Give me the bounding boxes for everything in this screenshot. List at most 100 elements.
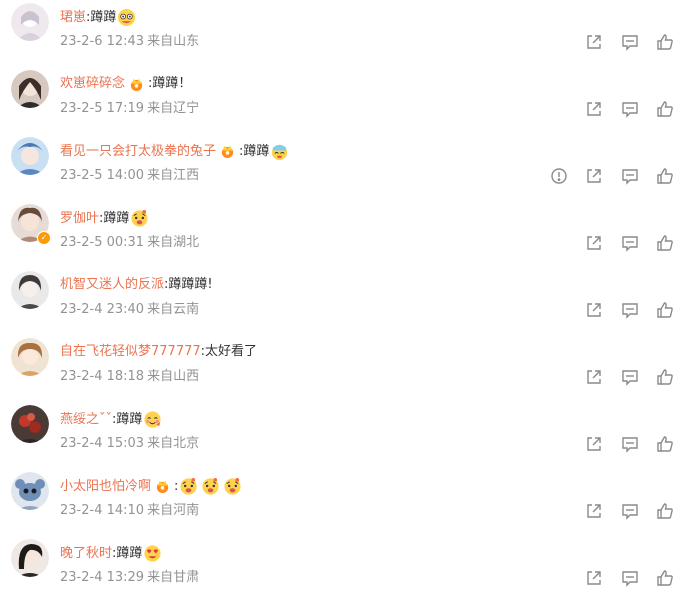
comment-icon[interactable] bbox=[621, 301, 639, 319]
share-icon[interactable] bbox=[585, 33, 603, 51]
comment-actions bbox=[548, 167, 678, 187]
share-icon[interactable] bbox=[585, 100, 603, 118]
comment-item: 珺崽 :蹲蹲 23-2-6 12:43 来自山东 bbox=[0, 0, 684, 67]
emoji-icon bbox=[118, 8, 136, 27]
comment-line: 燕绥之ˇˇ :蹲蹲 bbox=[60, 410, 162, 429]
avatar[interactable] bbox=[11, 539, 49, 577]
comment-meta: 23-2-4 13:29 来自甘肃 bbox=[60, 569, 199, 587]
like-icon[interactable] bbox=[656, 435, 674, 453]
comment-line: 罗伽叶 :蹲蹲 bbox=[60, 209, 149, 228]
emoji-icon bbox=[272, 144, 288, 161]
comment-item: ✓ 罗伽叶 :蹲蹲 23-2-5 00:31 来自湖北 bbox=[0, 201, 684, 268]
user-name-link[interactable]: 看见一只会打太极拳的兔子 bbox=[60, 143, 216, 161]
comment-item: 看见一只会打太极拳的兔子 :蹲蹲 23-2-5 14:00 来自江西 bbox=[0, 134, 684, 201]
like-icon[interactable] bbox=[656, 234, 674, 252]
comment-item: 小太阳也怕冷啊 : 23-2-4 14:10 来自河南 bbox=[0, 469, 684, 536]
comment-meta: 23-2-4 14:10 来自河南 bbox=[60, 502, 199, 520]
comment-actions bbox=[548, 301, 678, 321]
comment-icon[interactable] bbox=[621, 368, 639, 386]
comment-icon[interactable] bbox=[621, 569, 639, 587]
share-icon[interactable] bbox=[585, 368, 603, 386]
user-name-link[interactable]: 燕绥之ˇˇ bbox=[60, 411, 112, 429]
comment-location: 来自辽宁 bbox=[147, 101, 200, 116]
share-icon[interactable] bbox=[585, 435, 603, 453]
comment-date: 23-2-4 23:40 bbox=[60, 302, 145, 317]
comment-actions bbox=[548, 368, 678, 388]
user-name-link[interactable]: 罗伽叶 bbox=[60, 210, 99, 228]
share-icon[interactable] bbox=[585, 167, 603, 185]
avatar[interactable] bbox=[11, 137, 49, 175]
like-icon[interactable] bbox=[656, 569, 674, 587]
user-name-link[interactable]: 晚了秋时 bbox=[60, 545, 112, 563]
comment-icon[interactable] bbox=[621, 234, 639, 252]
emoji-icon bbox=[180, 477, 197, 495]
like-icon[interactable] bbox=[656, 502, 674, 520]
comment-icon[interactable] bbox=[621, 33, 639, 51]
avatar[interactable] bbox=[11, 70, 49, 108]
like-icon[interactable] bbox=[656, 368, 674, 386]
user-name-link[interactable]: 小太阳也怕冷啊 bbox=[60, 478, 151, 496]
comment-icon[interactable] bbox=[621, 100, 639, 118]
comment-location: 来自山西 bbox=[147, 369, 200, 384]
like-icon[interactable] bbox=[656, 301, 674, 319]
avatar[interactable] bbox=[11, 3, 49, 41]
comment-text: :蹲蹲 bbox=[239, 143, 270, 159]
comment-line: 看见一只会打太极拳的兔子 :蹲蹲 bbox=[60, 142, 289, 161]
report-icon[interactable] bbox=[550, 167, 568, 185]
comment-meta: 23-2-4 18:18 来自山西 bbox=[60, 368, 199, 386]
comment-meta: 23-2-5 00:31 来自湖北 bbox=[60, 234, 199, 252]
comment-date: 23-2-5 14:00 bbox=[60, 168, 145, 183]
avatar[interactable] bbox=[11, 271, 49, 309]
comment-item: 自在飞花轻似梦777777 :太好看了 23-2-4 18:18 来自山西 bbox=[0, 335, 684, 402]
comment-date: 23-2-5 00:31 bbox=[60, 235, 145, 250]
comment-line: 自在飞花轻似梦777777 :太好看了 bbox=[60, 343, 257, 361]
comment-date: 23-2-4 14:10 bbox=[60, 503, 145, 518]
comment-meta: 23-2-6 12:43 来自山东 bbox=[60, 33, 199, 51]
comment-actions bbox=[548, 100, 678, 120]
avatar[interactable] bbox=[11, 338, 49, 376]
share-icon[interactable] bbox=[585, 502, 603, 520]
comment-actions bbox=[548, 502, 678, 522]
user-name-link[interactable]: 欢崽碎碎念 bbox=[60, 75, 125, 93]
comment-actions bbox=[548, 234, 678, 254]
crown-badge-icon bbox=[130, 78, 143, 91]
comment-date: 23-2-4 15:03 bbox=[60, 436, 145, 451]
emoji-icon bbox=[202, 477, 219, 495]
comment-line: 晚了秋时 :蹲蹲 bbox=[60, 544, 162, 563]
share-icon[interactable] bbox=[585, 234, 603, 252]
comment-icon[interactable] bbox=[621, 435, 639, 453]
comment-location: 来自江西 bbox=[147, 168, 200, 183]
comment-list: 珺崽 :蹲蹲 23-2-6 12:43 来自山东 欢崽碎碎念 :蹲蹲！ 23-2-… bbox=[0, 0, 684, 605]
comment-icon[interactable] bbox=[621, 502, 639, 520]
comment-meta: 23-2-4 23:40 来自云南 bbox=[60, 301, 199, 319]
comment-text: :蹲蹲 bbox=[86, 9, 117, 25]
user-name-link[interactable]: 机智又迷人的反派 bbox=[60, 276, 164, 294]
comment-item: 燕绥之ˇˇ :蹲蹲 23-2-4 15:03 来自北京 bbox=[0, 402, 684, 469]
comment-location: 来自甘肃 bbox=[147, 570, 200, 585]
share-icon[interactable] bbox=[585, 301, 603, 319]
comment-item: 机智又迷人的反派 :蹲蹲蹲! 23-2-4 23:40 来自云南 bbox=[0, 268, 684, 335]
comment-item: 欢崽碎碎念 :蹲蹲！ 23-2-5 17:19 来自辽宁 bbox=[0, 67, 684, 134]
comment-meta: 23-2-4 15:03 来自北京 bbox=[60, 435, 199, 453]
avatar[interactable] bbox=[11, 405, 49, 443]
user-name-link[interactable]: 自在飞花轻似梦777777 bbox=[60, 343, 201, 361]
like-icon[interactable] bbox=[656, 33, 674, 51]
comment-location: 来自湖北 bbox=[147, 235, 200, 250]
comment-date: 23-2-4 13:29 bbox=[60, 570, 145, 585]
comment-icon[interactable] bbox=[621, 167, 639, 185]
like-icon[interactable] bbox=[656, 100, 674, 118]
user-name-link[interactable]: 珺崽 bbox=[60, 9, 86, 27]
share-icon[interactable] bbox=[585, 569, 603, 587]
comment-actions bbox=[548, 435, 678, 455]
emoji-icon bbox=[144, 411, 161, 428]
avatar[interactable] bbox=[11, 472, 49, 510]
comment-item: 晚了秋时 :蹲蹲 23-2-4 13:29 来自甘肃 bbox=[0, 536, 684, 603]
like-icon[interactable] bbox=[656, 167, 674, 185]
comment-text: : bbox=[174, 478, 179, 494]
comment-date: 23-2-6 12:43 bbox=[60, 34, 145, 49]
comment-date: 23-2-5 17:19 bbox=[60, 101, 145, 116]
comment-text: :蹲蹲蹲! bbox=[164, 277, 213, 292]
comment-line: 小太阳也怕冷啊 : bbox=[60, 477, 242, 496]
comment-text: :太好看了 bbox=[200, 344, 258, 359]
comment-text: :蹲蹲！ bbox=[148, 76, 192, 91]
